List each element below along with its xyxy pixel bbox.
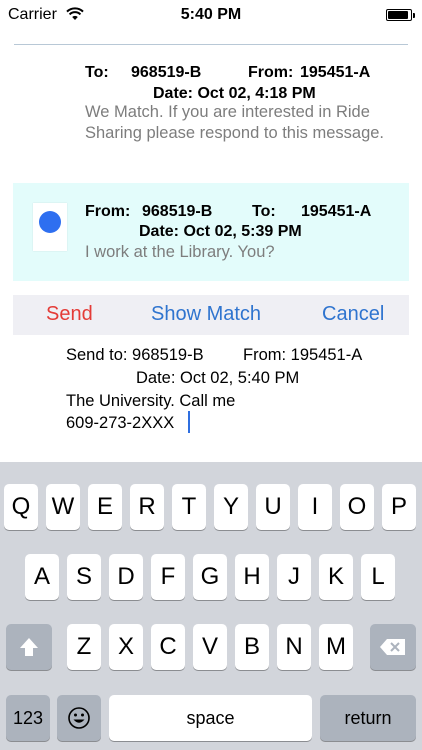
divider <box>14 44 408 45</box>
delete-key[interactable] <box>370 624 416 670</box>
to-label: To: <box>85 64 109 81</box>
clock: 5:40 PM <box>180 6 242 23</box>
to-value: 195451-A <box>301 203 372 220</box>
key-e[interactable]: E <box>88 484 122 530</box>
compose-line-1: The University. Call me <box>66 392 236 410</box>
message-date: Date: Oct 02, 4:18 PM <box>153 85 316 102</box>
key-o[interactable]: O <box>340 484 374 530</box>
compose-from: From: 195451-A <box>243 346 363 364</box>
key-g[interactable]: G <box>193 554 227 600</box>
key-h[interactable]: H <box>235 554 269 600</box>
key-r[interactable]: R <box>130 484 164 530</box>
key-d[interactable]: D <box>109 554 143 600</box>
from-value: 195451-A <box>300 64 371 81</box>
key-k[interactable]: K <box>319 554 353 600</box>
battery-icon <box>386 9 415 21</box>
key-w[interactable]: W <box>46 484 80 530</box>
key-l[interactable]: L <box>361 554 395 600</box>
shift-icon <box>20 638 38 656</box>
key-t[interactable]: T <box>172 484 206 530</box>
from-label: From: <box>85 203 131 220</box>
from-value: 968519-B <box>142 203 213 220</box>
emoji-key[interactable] <box>57 695 101 741</box>
cancel-button[interactable]: Cancel <box>322 303 384 326</box>
key-y[interactable]: Y <box>214 484 248 530</box>
key-s[interactable]: S <box>67 554 101 600</box>
from-label: From: <box>248 64 294 81</box>
action-bar: Send Show Match Cancel <box>13 295 409 335</box>
shift-key[interactable] <box>6 624 52 670</box>
compose-date: Date: Oct 02, 5:40 PM <box>136 369 300 387</box>
space-key[interactable]: space <box>109 695 312 741</box>
key-c[interactable]: C <box>151 624 185 670</box>
status-bar: Carrier 5:40 PM <box>0 0 422 30</box>
avatar-dot <box>39 211 61 233</box>
delete-icon <box>380 639 405 655</box>
emoji-icon <box>68 707 90 729</box>
keyboard: QWERTYUIOP ASDFGHJKL ZXCVBNM 123 space r… <box>0 462 422 750</box>
message-received[interactable]: To: 968519-B From: 195451-A Date: Oct 02… <box>0 56 422 176</box>
to-label: To: <box>252 203 276 220</box>
key-a[interactable]: A <box>25 554 59 600</box>
battery-fill <box>388 11 408 19</box>
key-q[interactable]: Q <box>4 484 38 530</box>
message-body: I work at the Library. You? <box>85 243 275 261</box>
return-key[interactable]: return <box>320 695 416 741</box>
key-f[interactable]: F <box>151 554 185 600</box>
key-b[interactable]: B <box>235 624 269 670</box>
key-j[interactable]: J <box>277 554 311 600</box>
compose-line-2: 609-273-2XXX <box>66 414 175 432</box>
compose-text-area[interactable]: Send to: 968519-B From: 195451-A Date: O… <box>0 340 422 450</box>
key-z[interactable]: Z <box>67 624 101 670</box>
send-button[interactable]: Send <box>46 303 93 326</box>
numbers-key[interactable]: 123 <box>6 695 50 741</box>
key-m[interactable]: M <box>319 624 353 670</box>
show-match-button[interactable]: Show Match <box>151 303 261 326</box>
key-i[interactable]: I <box>298 484 332 530</box>
compose-send-to: Send to: 968519-B <box>66 346 204 364</box>
key-p[interactable]: P <box>382 484 416 530</box>
key-x[interactable]: X <box>109 624 143 670</box>
text-cursor <box>188 411 190 433</box>
key-n[interactable]: N <box>277 624 311 670</box>
key-u[interactable]: U <box>256 484 290 530</box>
message-sent[interactable]: From: 968519-B To: 195451-A Date: Oct 02… <box>13 183 409 281</box>
key-v[interactable]: V <box>193 624 227 670</box>
to-value: 968519-B <box>131 64 202 81</box>
message-body: We Match. If you are interested in Ride … <box>85 103 385 142</box>
avatar <box>33 203 67 251</box>
message-date: Date: Oct 02, 5:39 PM <box>139 223 302 240</box>
